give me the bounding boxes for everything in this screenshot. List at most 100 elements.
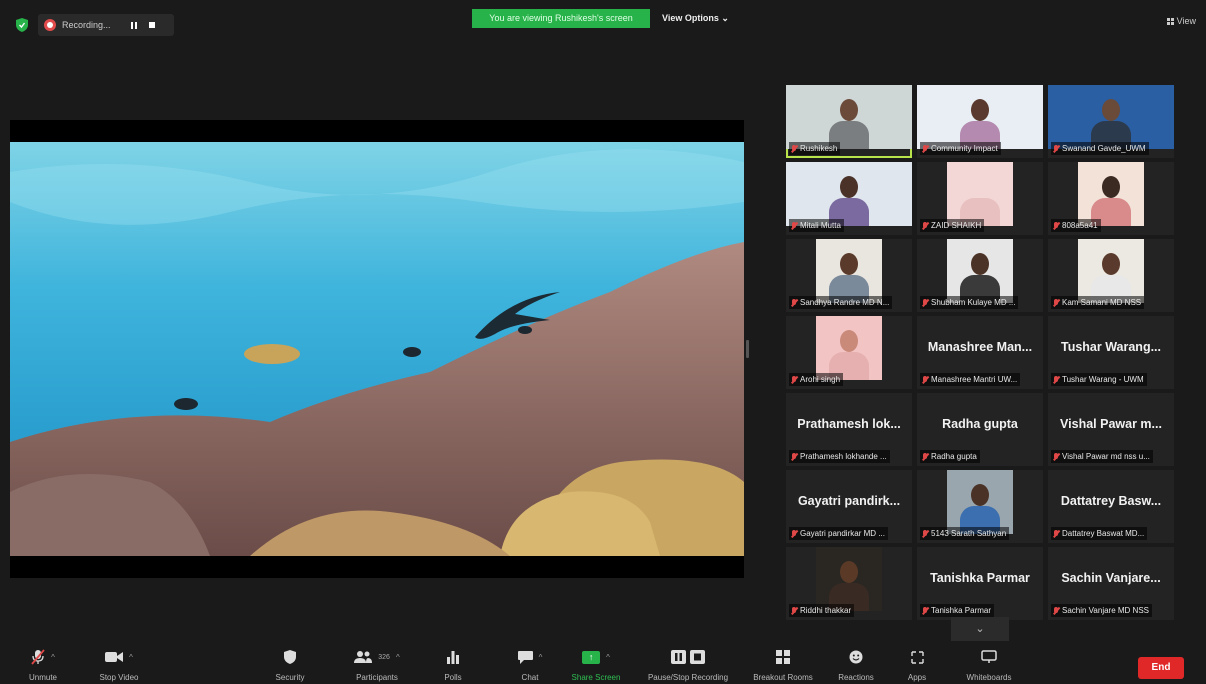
participant-name: Tanishka Parmar <box>931 606 992 615</box>
participant-tile[interactable]: Radha gupta Radha gupta <box>917 393 1043 466</box>
participants-button[interactable]: 326 ^ Participants <box>344 645 410 684</box>
participant-name-label: Radha gupta <box>920 450 980 463</box>
mic-muted-icon <box>1053 375 1059 384</box>
participant-tile[interactable]: Sachin Vanjare... Sachin Vanjare MD NSS <box>1048 547 1174 620</box>
participant-name: Tushar Warang - UWM <box>1062 375 1144 384</box>
mic-muted-icon <box>1053 529 1059 538</box>
share-options-caret-icon[interactable]: ^ <box>606 653 610 662</box>
participant-video <box>816 547 882 611</box>
participant-name: Arohi singh <box>800 375 841 384</box>
security-button[interactable]: Security <box>270 645 310 684</box>
mic-muted-icon <box>791 452 797 461</box>
chat-bubble-icon <box>517 650 533 664</box>
participant-tile[interactable]: Riddhi thakkar <box>786 547 912 620</box>
participant-video <box>816 316 882 380</box>
split-resize-handle[interactable] <box>746 340 749 358</box>
end-meeting-button[interactable]: End <box>1138 657 1184 679</box>
participant-tile[interactable]: Swanand Gavde_UWM <box>1048 85 1174 158</box>
breakout-rooms-label: Breakout Rooms <box>753 673 813 682</box>
polls-button[interactable]: Polls <box>438 645 468 684</box>
view-button[interactable]: View <box>1166 16 1196 26</box>
participant-name: Mitali Mutta <box>800 221 841 230</box>
share-screen-label: Share Screen <box>571 673 621 682</box>
mic-muted-icon <box>791 221 797 230</box>
chat-caret-icon[interactable]: ^ <box>539 653 543 662</box>
participant-tile[interactable]: 808a5a41 <box>1048 162 1174 235</box>
share-screen-icon: ↑ <box>582 650 601 664</box>
participant-tile[interactable]: Rushikesh <box>786 85 912 158</box>
chat-button[interactable]: ^ Chat <box>506 645 554 684</box>
gallery-next-page-button[interactable]: ⌄ <box>951 617 1009 641</box>
security-shield-icon[interactable] <box>16 18 28 32</box>
participant-name-label: 5143 Sarath Sathyan <box>920 527 1010 540</box>
participant-tile[interactable]: Shubham Kulaye MD ... <box>917 239 1043 312</box>
participant-tile[interactable]: Kam Samani MD NSS <box>1048 239 1174 312</box>
participants-caret-icon[interactable]: ^ <box>396 653 400 662</box>
participant-name: Vishal Pawar md nss u... <box>1062 452 1150 461</box>
shield-icon <box>284 650 296 664</box>
participant-gallery: Rushikesh Community Impact Swanand Gavde_U… <box>786 85 1176 620</box>
participant-tile[interactable]: Mitali Mutta <box>786 162 912 235</box>
apps-label: Apps <box>907 673 927 682</box>
chevron-down-icon: ⌄ <box>721 13 729 23</box>
participant-tile[interactable]: Sandhya Randre MD N... <box>786 239 912 312</box>
view-options-menu[interactable]: View Options ⌄ <box>662 9 729 28</box>
mic-muted-icon <box>922 144 928 153</box>
breakout-rooms-button[interactable]: Breakout Rooms <box>746 645 820 684</box>
participant-name: Radha gupta <box>931 452 977 461</box>
participant-tile[interactable]: Community Impact <box>917 85 1043 158</box>
mic-muted-icon <box>791 606 797 615</box>
participant-name: 808a5a41 <box>1062 221 1098 230</box>
mic-muted-icon <box>922 529 928 538</box>
participant-video <box>816 239 882 303</box>
participant-name: 5143 Sarath Sathyan <box>931 529 1007 538</box>
participant-tile[interactable]: ZAID SHAIKH <box>917 162 1043 235</box>
grid-view-icon <box>1166 17 1174 25</box>
participant-tile[interactable]: Manashree Man... Manashree Mantri UW... <box>917 316 1043 389</box>
apps-button[interactable]: Apps <box>900 645 934 684</box>
stop-recording-icon[interactable] <box>148 22 155 28</box>
view-options-label: View Options <box>662 13 719 23</box>
participant-name-label: Manashree Mantri UW... <box>920 373 1021 386</box>
chat-label: Chat <box>521 673 539 682</box>
whiteboards-label: Whiteboards <box>966 673 1012 682</box>
apps-icon <box>910 650 924 664</box>
participant-display-name: Tushar Warang... <box>1060 340 1161 354</box>
pause-stop-recording-button[interactable]: Pause/Stop Recording <box>639 645 737 684</box>
security-label: Security <box>275 673 305 682</box>
participant-tile[interactable]: 5143 Sarath Sathyan <box>917 470 1043 543</box>
participant-name: Rushikesh <box>800 144 838 153</box>
participant-name-label: Riddhi thakkar <box>789 604 855 617</box>
chevron-down-icon: ⌄ <box>975 623 985 635</box>
participant-tile[interactable]: Gayatri pandirk... Gayatri pandirkar MD .… <box>786 470 912 543</box>
mic-muted-icon <box>1053 452 1059 461</box>
participant-tile[interactable]: Dattatrey Basw... Dattatrey Baswat MD... <box>1048 470 1174 543</box>
participant-name: Kam Samani MD NSS <box>1062 298 1142 307</box>
participant-tile[interactable]: Arohi singh <box>786 316 912 389</box>
reactions-button[interactable]: Reactions <box>832 645 880 684</box>
participant-name: Prathamesh lokhande ... <box>800 452 887 461</box>
participant-name-label: Tushar Warang - UWM <box>1051 373 1147 386</box>
unmute-button[interactable]: ^ Unmute <box>20 645 66 684</box>
participant-tile[interactable]: Prathamesh lok... Prathamesh lokhande ... <box>786 393 912 466</box>
participant-display-name: Tanishka Parmar <box>930 571 1030 585</box>
recording-indicator: Recording... <box>38 14 174 36</box>
share-screen-button[interactable]: ↑ ^ Share Screen <box>566 645 626 684</box>
video-options-caret-icon[interactable]: ^ <box>129 653 133 662</box>
participant-tile[interactable]: Vishal Pawar m... Vishal Pawar md nss u..… <box>1048 393 1174 466</box>
participants-label: Participants <box>356 673 398 682</box>
participant-display-name: Prathamesh lok... <box>797 417 901 431</box>
participant-display-name: Dattatrey Basw... <box>1060 494 1162 508</box>
unmute-options-caret-icon[interactable]: ^ <box>51 653 55 662</box>
stop-video-button[interactable]: ^ Stop Video <box>88 645 150 684</box>
participants-count: 326 <box>378 653 390 661</box>
participant-tile[interactable]: Tushar Warang... Tushar Warang - UWM <box>1048 316 1174 389</box>
whiteboards-button[interactable]: Whiteboards <box>955 645 1023 684</box>
stop-video-label: Stop Video <box>99 673 139 682</box>
meeting-toolbar: ^ Unmute ^ Stop Video Security 326 ^ Part… <box>0 645 1206 684</box>
top-bar: Recording... You are viewing Rushikesh's… <box>0 0 1206 40</box>
participant-tile[interactable]: Tanishka Parmar Tanishka Parmar <box>917 547 1043 620</box>
pause-recording-icon[interactable] <box>130 21 137 29</box>
mic-muted-icon <box>1053 298 1059 307</box>
participant-video <box>1078 162 1144 226</box>
